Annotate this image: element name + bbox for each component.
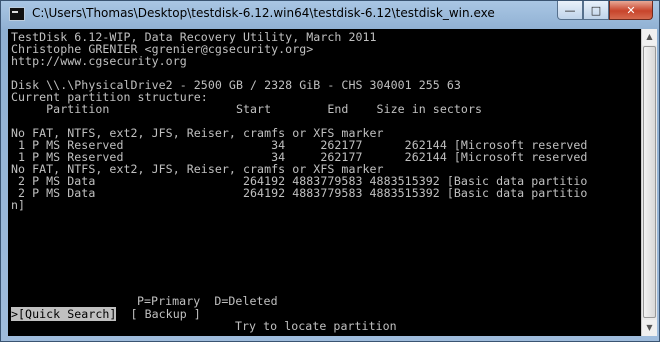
menu-cursor: > xyxy=(11,307,19,321)
vertical-scrollbar[interactable]: ▲ ▼ xyxy=(641,29,657,336)
scroll-down-icon[interactable]: ▼ xyxy=(642,320,657,336)
console-window: C:\Users\Thomas\Desktop\testdisk-6.12.wi… xyxy=(0,0,660,342)
hint-line: Try to locate partition xyxy=(235,319,397,333)
menu-line: >[Quick Search] [ Backup ] xyxy=(11,307,201,321)
console-output[interactable]: TestDisk 6.12-WIP, Data Recovery Utility… xyxy=(8,29,641,336)
scroll-thumb[interactable] xyxy=(643,46,656,318)
scroll-up-icon[interactable]: ▲ xyxy=(642,29,657,45)
close-button[interactable]: ✕ xyxy=(609,1,653,20)
maximize-button[interactable]: □ xyxy=(583,1,609,20)
window-controls: — □ ✕ xyxy=(557,1,653,21)
column-headers: Partition Start End Size in sectors xyxy=(11,102,483,116)
console-app-icon xyxy=(9,7,25,21)
minimize-button[interactable]: — xyxy=(557,1,583,20)
header-line-3: http://www.cgsecurity.org xyxy=(11,54,187,68)
title-bar[interactable]: C:\Users\Thomas\Desktop\testdisk-6.12.wi… xyxy=(1,1,659,29)
partition-list-line: n] xyxy=(11,198,26,212)
quick-search-option[interactable]: [Quick Search] xyxy=(18,307,117,321)
backup-option[interactable]: [ Backup ] xyxy=(131,307,201,321)
window-title: C:\Users\Thomas\Desktop\testdisk-6.12.wi… xyxy=(32,6,495,20)
partition-list-line: 2 P MS Data 264192 4883779583 4883515392… xyxy=(11,186,588,200)
legend-line: P=Primary D=Deleted xyxy=(137,294,278,308)
